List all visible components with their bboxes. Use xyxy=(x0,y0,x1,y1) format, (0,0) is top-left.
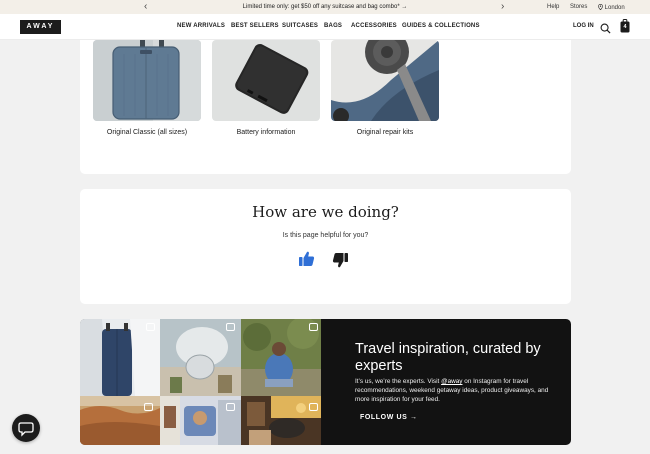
instagram-photo-2[interactable] xyxy=(160,319,241,396)
chat-button[interactable] xyxy=(12,414,40,442)
thumbs-down-icon[interactable] xyxy=(332,252,349,274)
feedback-question: Is this page helpful for you? xyxy=(282,232,369,239)
video-play-badge-icon xyxy=(309,323,318,331)
announcement-bar: ‹ Limited time only: get $50 off any sui… xyxy=(0,0,650,14)
feedback-heading: How are we doing? xyxy=(252,203,399,221)
help-link[interactable]: Help xyxy=(547,4,559,10)
instagram-photo-1[interactable] xyxy=(80,319,160,396)
instagram-photo-4[interactable] xyxy=(80,396,160,445)
chat-bubble-icon xyxy=(18,422,34,437)
suitcase-image xyxy=(93,40,201,121)
login-link[interactable]: LOG IN xyxy=(573,23,594,29)
instagram-handle-link[interactable]: @away xyxy=(441,378,462,385)
tile-battery-information[interactable] xyxy=(212,40,320,121)
nav-best-sellers[interactable]: BEST SELLERS xyxy=(231,23,279,29)
nav-new-arrivals[interactable]: NEW ARRIVALS xyxy=(177,23,225,29)
instagram-photo-6[interactable] xyxy=(241,396,321,445)
location-pin-icon xyxy=(598,3,603,10)
nav-guides-collections[interactable]: GUIDES & COLLECTIONS xyxy=(402,23,480,29)
instagram-photo-3[interactable] xyxy=(241,319,321,396)
location-label: London xyxy=(604,4,625,11)
tile-label-original-repair-kits[interactable]: Original repair kits xyxy=(320,129,450,136)
nav-bags[interactable]: BAGS xyxy=(324,23,342,29)
away-logo[interactable]: AWAY xyxy=(20,20,61,34)
thumbs-up-icon[interactable] xyxy=(298,250,315,272)
instagram-photo-badge-icon xyxy=(146,323,155,331)
cart-count: 4 xyxy=(623,24,627,30)
instagram-body-text: It’s us, we’re the experts. Visit xyxy=(355,378,442,385)
repair-kit-image xyxy=(331,40,439,121)
instagram-photo-badge-icon xyxy=(226,323,235,331)
tile-label-battery-information[interactable]: Battery information xyxy=(201,129,331,136)
video-play-badge-icon xyxy=(226,403,235,411)
follow-us-button[interactable]: FOLLOW US → xyxy=(360,414,418,421)
nav-accessories[interactable]: ACCESSORIES xyxy=(351,23,397,29)
cart-icon[interactable]: 4 xyxy=(620,19,630,38)
instagram-promo: Travel inspiration, curated by experts I… xyxy=(80,319,571,445)
search-icon[interactable] xyxy=(600,21,611,39)
video-play-badge-icon xyxy=(144,403,153,411)
battery-image xyxy=(212,40,320,121)
tile-label-original-classic[interactable]: Original Classic (all sizes) xyxy=(82,129,212,136)
video-play-badge-icon xyxy=(309,403,318,411)
nav-suitcases[interactable]: SUITCASES xyxy=(282,23,318,29)
instagram-title: Travel inspiration, curated by experts xyxy=(355,341,541,374)
tile-original-repair-kits[interactable] xyxy=(331,40,439,121)
feedback-card: How are we doing? Is this page helpful f… xyxy=(80,189,571,304)
instagram-photo-5[interactable] xyxy=(160,396,241,445)
location-link[interactable]: London xyxy=(598,3,625,11)
stores-link[interactable]: Stores xyxy=(570,4,587,10)
instagram-body: It’s us, we’re the experts. Visit @away … xyxy=(355,377,555,404)
resources-card: Original Classic (all sizes) Battery inf… xyxy=(80,40,571,174)
tile-original-classic[interactable] xyxy=(93,40,201,121)
chevron-right-icon[interactable]: › xyxy=(501,1,504,12)
main-nav: AWAY NEW ARRIVALS BEST SELLERS SUITCASES… xyxy=(0,14,650,40)
